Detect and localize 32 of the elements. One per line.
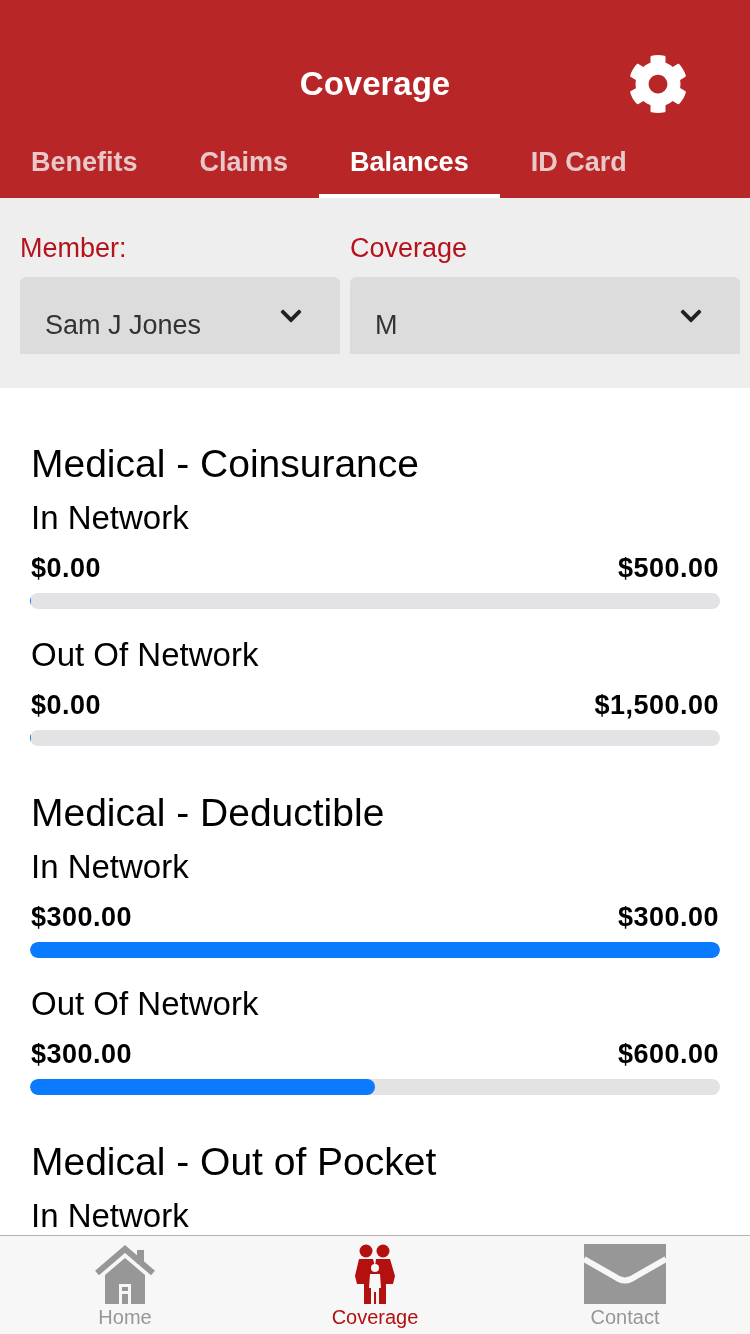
section-title: Medical - Deductible bbox=[30, 790, 385, 836]
home-icon bbox=[94, 1244, 156, 1304]
network-label: In Network bbox=[30, 1198, 189, 1234]
filter-label: Coverage bbox=[350, 232, 468, 264]
amount-used: $300.00 bbox=[31, 902, 133, 932]
network-label: In Network bbox=[30, 500, 189, 536]
settings-icon bbox=[628, 54, 688, 114]
amount-limit: $500.00 bbox=[617, 553, 719, 583]
nav-item[interactable]: Coverage bbox=[331, 1244, 419, 1334]
amount-limit: $1,500.00 bbox=[594, 690, 719, 720]
amount-used: $0.00 bbox=[31, 690, 102, 720]
filter-label: Member: bbox=[20, 232, 127, 264]
tab[interactable]: Benefits bbox=[0, 130, 169, 198]
section-title: Medical - Coinsurance bbox=[30, 441, 419, 487]
network-label: Out Of Network bbox=[30, 637, 259, 673]
settings-button[interactable] bbox=[628, 54, 688, 114]
network-label: Out Of Network bbox=[30, 986, 259, 1022]
amount-used: $0.00 bbox=[31, 553, 102, 583]
dropdown-select[interactable]: Sam J Jones bbox=[20, 277, 340, 354]
section-title: Medical - Out of Pocket bbox=[30, 1139, 437, 1185]
mail-icon bbox=[584, 1244, 666, 1304]
network-label: In Network bbox=[30, 849, 189, 885]
dropdown-select[interactable]: M bbox=[350, 277, 740, 354]
header-title: Coverage bbox=[299, 64, 451, 104]
amount-limit: $300.00 bbox=[617, 902, 719, 932]
amount-limit: $600.00 bbox=[617, 1039, 719, 1069]
nav-item[interactable]: Contact bbox=[584, 1244, 666, 1334]
amount-used: $300.00 bbox=[31, 1039, 133, 1069]
family-icon bbox=[354, 1244, 396, 1304]
tab[interactable]: ID Card bbox=[499, 130, 658, 198]
tab[interactable]: Claims bbox=[168, 130, 320, 198]
nav-item[interactable]: Home bbox=[94, 1244, 156, 1334]
